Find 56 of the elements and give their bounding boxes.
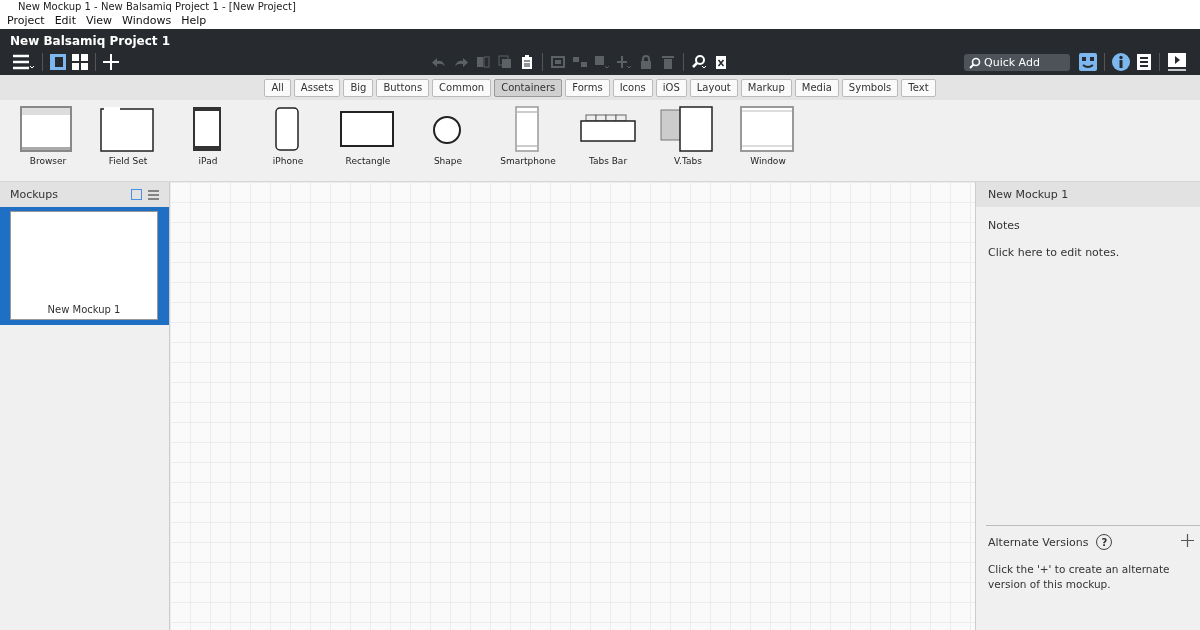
component-label: Field Set — [108, 156, 148, 166]
filter-tab[interactable]: Markup — [740, 78, 792, 97]
component-label: Tabs Bar — [588, 156, 628, 166]
list-icon[interactable] — [1136, 53, 1152, 71]
filter-tab[interactable]: Forms — [565, 78, 610, 97]
panel-title: Mockups — [10, 188, 59, 201]
filter-tab[interactable]: iOS — [655, 78, 687, 97]
component-label: Shape — [433, 156, 463, 166]
mockup-title: New Mockup 1 — [988, 188, 1069, 201]
filter-tab[interactable]: Text — [901, 78, 936, 97]
menu-icon[interactable] — [13, 54, 35, 70]
search-icon[interactable] — [691, 54, 707, 70]
filter-tab[interactable]: Layout — [689, 78, 738, 97]
menu-item[interactable]: Edit — [49, 13, 81, 29]
filter-tab[interactable]: Icons — [612, 78, 653, 97]
vtabs-thumbnail-icon[interactable] — [660, 106, 716, 152]
clipboard-x-icon[interactable] — [713, 54, 729, 70]
menu-item[interactable]: Help — [176, 13, 212, 29]
search-icon — [969, 56, 981, 69]
menu-item[interactable]: View — [80, 13, 118, 29]
window-title: New Mockup 1 - New Balsamiq Project 1 - [New Project] — [0, 0, 1200, 13]
component-label: Rectangle — [345, 156, 391, 166]
filter-tab[interactable]: Assets — [293, 78, 341, 97]
play-icon[interactable] — [1167, 53, 1187, 71]
fieldset-thumbnail-icon[interactable] — [100, 106, 156, 152]
menu-item[interactable]: Project — [2, 13, 50, 29]
filter-tab[interactable]: Common — [432, 78, 492, 97]
component-label: iPad — [198, 156, 218, 166]
filter-tab[interactable]: Media — [794, 78, 839, 97]
face-icon[interactable] — [1079, 53, 1097, 71]
filter-tab[interactable]: Big — [343, 78, 374, 97]
alternate-hint: Click the '+' to create an alternate version of this mockup. — [988, 563, 1170, 590]
square-icon[interactable] — [131, 189, 142, 200]
add-icon[interactable] — [1181, 534, 1194, 547]
filter-tab[interactable]: Buttons — [376, 78, 430, 97]
single-view-icon[interactable] — [50, 54, 66, 70]
mockup-item[interactable]: New Mockup 1 — [0, 207, 169, 325]
clipboard-icon[interactable] — [519, 54, 535, 70]
filter-tab[interactable]: Containers — [494, 78, 563, 97]
notes-label: Notes — [988, 219, 1020, 232]
component-label: Window — [750, 156, 786, 166]
component-label: Smartphone — [500, 156, 556, 166]
mockup-label: New Mockup 1 — [47, 304, 121, 315]
quick-add-field[interactable]: Quick Add — [964, 53, 1070, 71]
project-title: New Balsamiq Project 1 — [10, 34, 170, 48]
window-thumbnail-icon[interactable] — [740, 106, 796, 152]
menu-item[interactable]: Windows — [117, 13, 177, 29]
filter-tab[interactable]: All — [264, 78, 291, 97]
component-label: iPhone — [272, 156, 304, 166]
filter-tab[interactable]: Symbols — [841, 78, 899, 97]
info-icon[interactable] — [1112, 53, 1130, 71]
grid-view-icon[interactable] — [72, 54, 88, 70]
alternate-versions-label: Alternate Versions — [988, 535, 1089, 549]
notes-hint[interactable]: Click here to edit notes. — [988, 246, 1120, 259]
component-label: Browser — [29, 156, 67, 166]
component-label: V.Tabs — [674, 156, 702, 166]
